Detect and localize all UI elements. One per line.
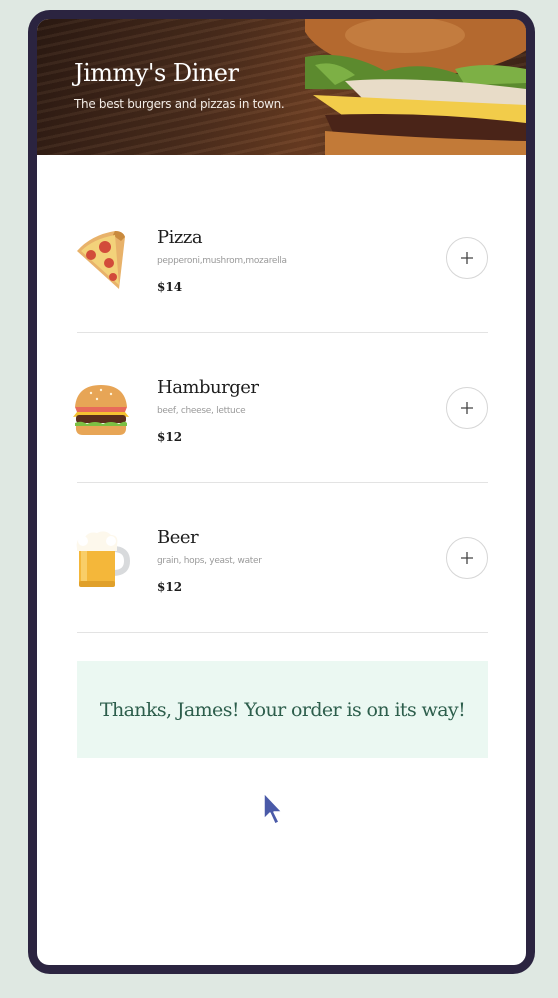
hamburger-icon (73, 385, 129, 435)
menu-item-beer: Beer grain, hops, yeast, water $12 (76, 483, 488, 633)
plus-icon (461, 402, 473, 414)
restaurant-name: Jimmy's Diner (74, 59, 239, 87)
add-pizza-button[interactable] (446, 237, 488, 279)
beer-icon (76, 531, 131, 587)
menu-item-hamburger: Hamburger beef, cheese, lettuce $12 (73, 333, 488, 483)
restaurant-tagline: The best burgers and pizzas in town. (74, 97, 285, 111)
item-ingredients: grain, hops, yeast, water (157, 556, 262, 566)
item-ingredients: beef, cheese, lettuce (157, 406, 246, 416)
item-price: $12 (157, 430, 183, 444)
item-name: Pizza (157, 227, 203, 248)
header-burger-image (305, 19, 526, 155)
mouse-pointer-icon (263, 792, 283, 825)
plus-icon (461, 552, 473, 564)
device-frame: Jimmy's Diner The best burgers and pizza… (28, 10, 535, 974)
item-price: $14 (157, 280, 183, 294)
item-name: Hamburger (157, 377, 259, 398)
header-banner: Jimmy's Diner The best burgers and pizza… (37, 19, 526, 155)
add-beer-button[interactable] (446, 537, 488, 579)
app-screen: Jimmy's Diner The best burgers and pizza… (37, 19, 526, 965)
pizza-icon (77, 231, 125, 289)
add-hamburger-button[interactable] (446, 387, 488, 429)
plus-icon (461, 252, 473, 264)
item-divider (77, 632, 488, 633)
confirmation-message: Thanks, James! Your order is on its way! (99, 698, 466, 721)
menu-item-pizza: Pizza pepperoni,mushrom,mozarella $14 (77, 183, 488, 333)
order-confirmation-banner: Thanks, James! Your order is on its way! (77, 661, 488, 758)
item-price: $12 (157, 580, 183, 594)
item-name: Beer (157, 527, 199, 548)
item-ingredients: pepperoni,mushrom,mozarella (157, 256, 287, 266)
